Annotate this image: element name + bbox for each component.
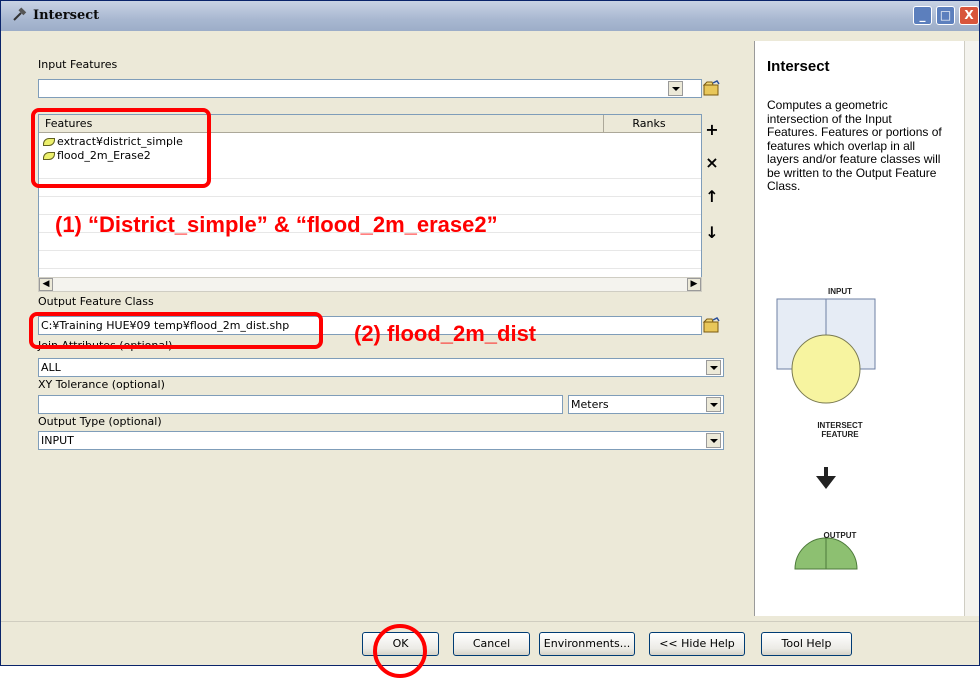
xy-tolerance-label: XY Tolerance (optional) [38,378,165,391]
minimize-button[interactable]: _ [913,6,932,25]
scroll-right-button[interactable]: ▶ [687,278,701,291]
annotation-box-features [31,108,211,188]
move-down-icon[interactable]: ↓ [701,222,723,244]
chevron-down-icon[interactable] [706,360,721,375]
ranks-column-header[interactable]: Ranks [609,117,689,130]
diagram-intersect-label: INTERSECT FEATURE [817,421,863,439]
title-bar[interactable]: Intersect _ □ X [1,1,979,31]
xy-tolerance-field[interactable] [38,395,563,414]
diagram-input-label: INPUT [828,287,852,296]
open-folder-icon[interactable] [701,79,723,99]
output-feature-class-label: Output Feature Class [38,295,154,308]
output-type-label: Output Type (optional) [38,415,162,428]
output-type-select[interactable]: INPUT [38,431,724,450]
environments-button[interactable]: Environments... [539,632,635,656]
join-attributes-select[interactable]: ALL [38,358,724,377]
close-button[interactable]: X [959,6,979,25]
diagram-output-label: OUTPUT [823,531,857,540]
hide-help-button[interactable]: << Hide Help [649,632,745,656]
window-title: Intersect [33,8,100,23]
intersect-dialog: Intersect _ □ X Input Features Features … [0,0,980,666]
move-up-icon[interactable]: ↑ [701,186,723,208]
intersect-diagram [776,298,876,570]
open-folder-icon[interactable] [701,316,723,336]
annotation-step2: (2) flood_2m_dist [354,321,537,346]
annotation-step1: (1) “District_simple” & “flood_2m_erase2… [55,212,498,237]
annotation-ok-circle [373,624,427,678]
help-scrollbar[interactable] [964,41,979,616]
annotation-box-output [29,312,323,349]
help-panel: Intersect Computes a geometric intersect… [754,41,965,616]
add-icon[interactable]: + [701,119,723,141]
chevron-down-icon[interactable] [668,81,683,96]
xy-tolerance-unit-select[interactable]: Meters [568,395,724,414]
maximize-button[interactable]: □ [936,6,955,25]
parameters-panel: Input Features Features Ranks extract¥di… [11,41,746,616]
help-title: Intersect [767,58,830,75]
horizontal-scrollbar[interactable]: ◀ ▶ [38,277,702,292]
scroll-left-button[interactable]: ◀ [39,278,53,291]
help-description: Computes a geometric intersection of the… [767,98,942,193]
input-features-combobox[interactable] [38,79,702,98]
input-features-label: Input Features [38,58,118,71]
hammer-icon [13,7,27,21]
chevron-down-icon[interactable] [706,433,721,448]
cancel-button[interactable]: Cancel [453,632,530,656]
button-bar: OK Cancel Environments... << Hide Help T… [1,621,979,665]
remove-icon[interactable]: × [701,152,723,174]
chevron-down-icon[interactable] [706,397,721,412]
tool-help-button[interactable]: Tool Help [761,632,852,656]
